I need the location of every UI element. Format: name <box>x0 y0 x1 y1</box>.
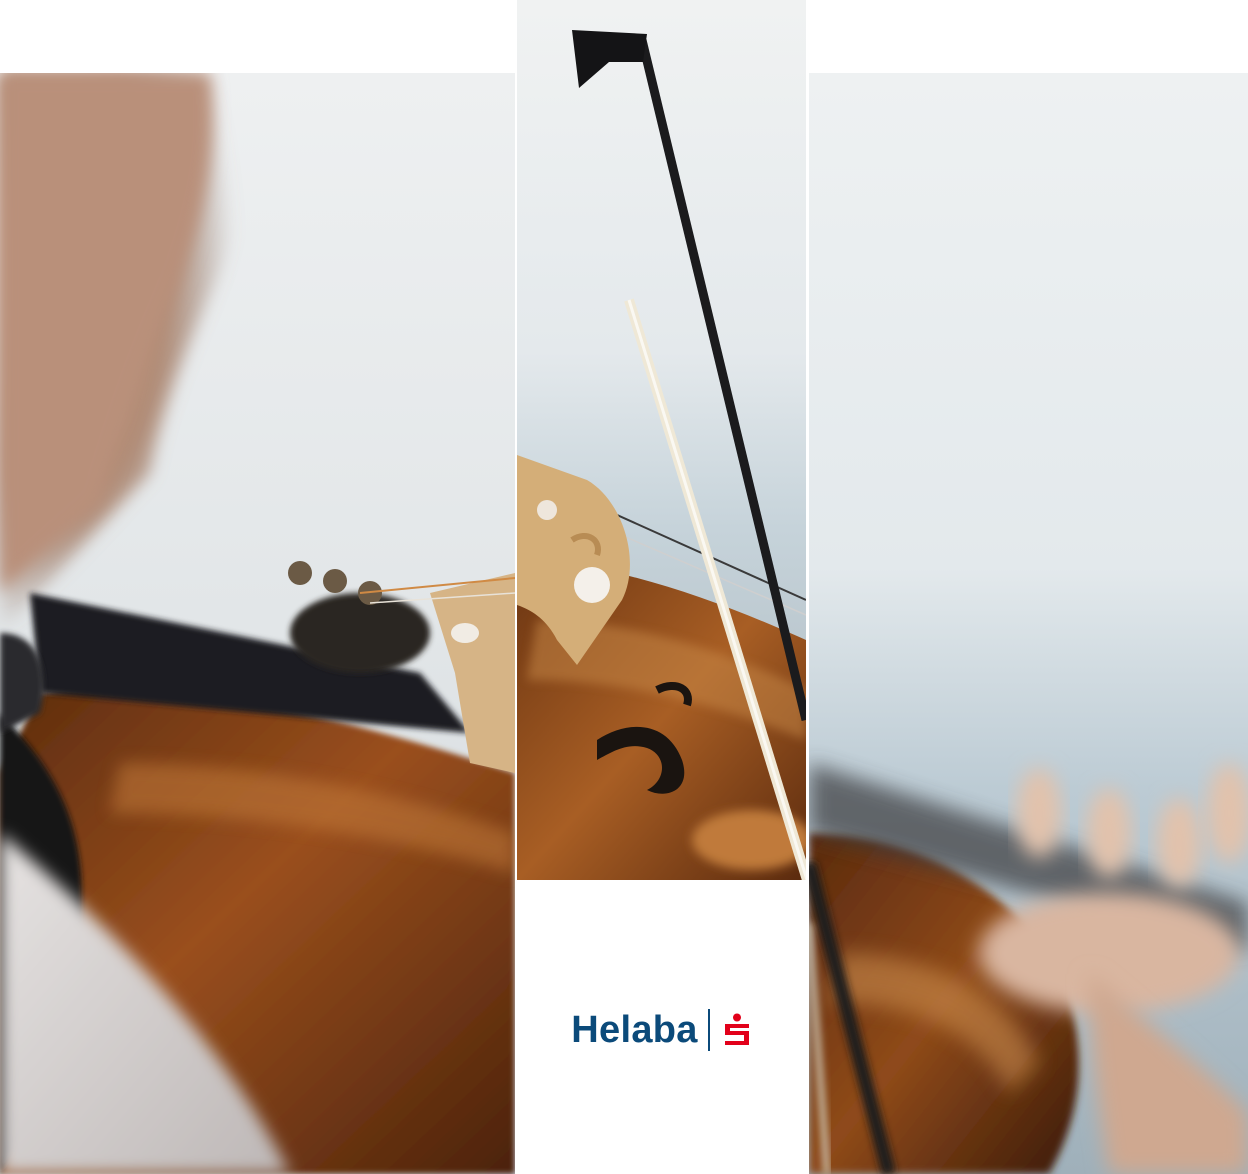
violinist-photo-left <box>0 73 515 1174</box>
violin-bow-photo-center <box>517 0 806 880</box>
sparkasse-s-icon <box>724 1013 749 1045</box>
logo-wordmark: Helaba <box>571 1008 698 1051</box>
photo-panel-right <box>809 73 1248 1174</box>
helaba-logo: Helaba <box>517 1000 806 1060</box>
violin-hand-photo-right <box>809 73 1248 1174</box>
logo-divider <box>707 1009 710 1051</box>
photo-panel-center <box>517 0 806 880</box>
photo-panel-left <box>0 73 515 1174</box>
